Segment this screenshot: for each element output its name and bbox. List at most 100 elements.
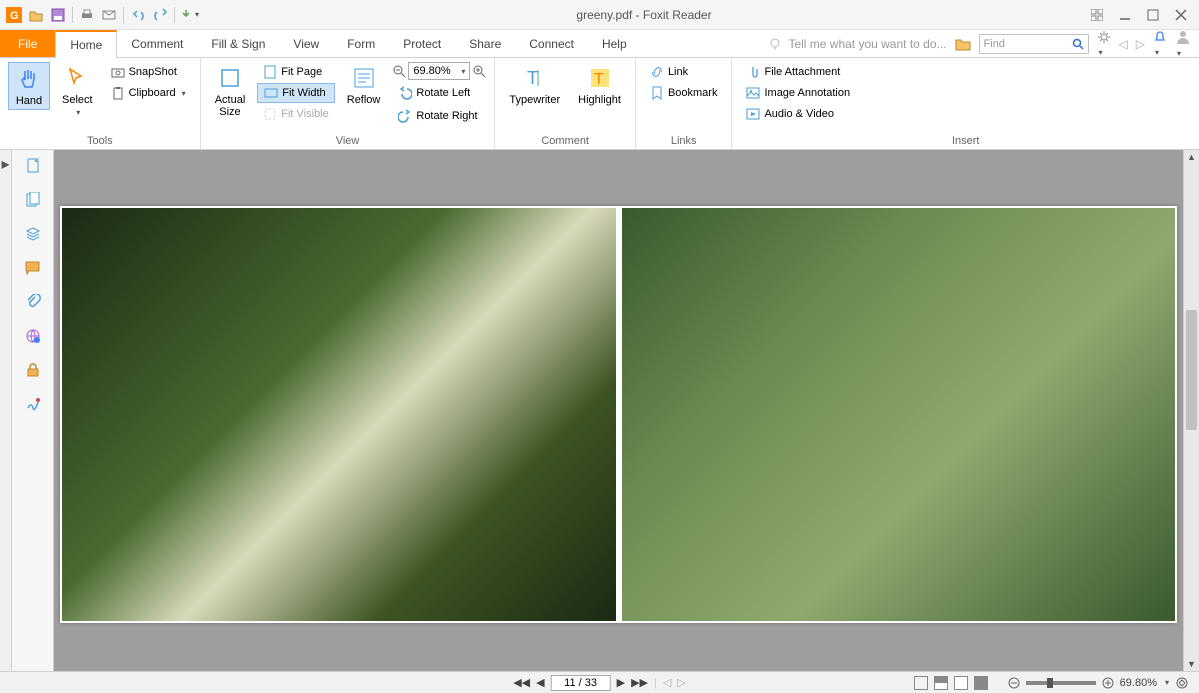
- facing-view-icon[interactable]: [954, 676, 968, 690]
- connected-panel-icon[interactable]: [23, 326, 43, 346]
- undo-icon[interactable]: [128, 5, 148, 25]
- folder-search-icon[interactable]: [955, 36, 971, 52]
- continuous-facing-view-icon[interactable]: [974, 676, 988, 690]
- print-icon[interactable]: [77, 5, 97, 25]
- back-view-icon[interactable]: ◁: [663, 676, 671, 689]
- rotate-left-icon: [398, 86, 412, 100]
- fit-page-label: Fit Page: [281, 66, 322, 78]
- svg-text:T: T: [527, 68, 538, 88]
- fit-page-button[interactable]: Fit Page: [257, 62, 334, 82]
- fit-width-button[interactable]: Fit Width: [257, 83, 334, 103]
- hand-tool-button[interactable]: Hand: [8, 62, 50, 110]
- comments-panel-icon[interactable]: [23, 258, 43, 278]
- continuous-view-icon[interactable]: [934, 676, 948, 690]
- scroll-down-icon[interactable]: ▼: [1184, 657, 1199, 671]
- quick-access-toolbar: G ▾: [0, 5, 199, 25]
- scroll-up-icon[interactable]: ▲: [1184, 150, 1199, 164]
- security-panel-icon[interactable]: [23, 360, 43, 380]
- fit-visible-button[interactable]: Fit Visible: [257, 104, 334, 124]
- maximize-icon[interactable]: [1145, 7, 1161, 23]
- clipboard-icon: [111, 86, 125, 100]
- nav-next-icon[interactable]: ▷: [1136, 37, 1145, 51]
- first-page-icon[interactable]: ◀◀: [513, 676, 530, 689]
- camera-icon: [111, 65, 125, 79]
- tab-fill-sign[interactable]: Fill & Sign: [197, 30, 279, 57]
- tab-file[interactable]: File: [0, 30, 55, 57]
- tab-home[interactable]: Home: [55, 30, 117, 58]
- image-icon: [746, 86, 760, 100]
- actual-size-icon: [216, 64, 244, 92]
- tab-form[interactable]: Form: [333, 30, 389, 57]
- quick-customize-icon[interactable]: ▾: [179, 5, 199, 25]
- highlight-button[interactable]: T Highlight: [572, 62, 627, 108]
- minimize-icon[interactable]: [1117, 7, 1133, 23]
- side-collapse-toggle[interactable]: ▸: [0, 150, 12, 671]
- signatures-panel-icon[interactable]: [23, 394, 43, 414]
- next-page-icon[interactable]: ▶: [617, 676, 625, 689]
- actual-size-button[interactable]: Actual Size: [209, 62, 252, 120]
- typewriter-button[interactable]: T Typewriter: [503, 62, 566, 108]
- nav-prev-icon[interactable]: ◁: [1119, 37, 1128, 51]
- hand-label: Hand: [16, 95, 42, 107]
- group-links: Link Bookmark Links: [636, 58, 733, 149]
- zoom-combo[interactable]: 69.80%▾: [408, 62, 470, 80]
- document-area[interactable]: ︿ ▲ ▼: [54, 150, 1199, 671]
- file-attachment-button[interactable]: File Attachment: [740, 62, 856, 82]
- zoom-out-icon[interactable]: [392, 64, 406, 78]
- fit-visible-icon: [263, 107, 277, 121]
- attachments-panel-icon[interactable]: [23, 292, 43, 312]
- select-cursor-icon: [63, 64, 91, 92]
- app-icon[interactable]: G: [4, 5, 24, 25]
- image-annotation-button[interactable]: Image Annotation: [740, 83, 856, 103]
- pages-panel-icon[interactable]: [23, 156, 43, 176]
- tab-protect[interactable]: Protect: [389, 30, 455, 57]
- zoom-slider[interactable]: [1026, 681, 1096, 685]
- tab-comment[interactable]: Comment: [117, 30, 197, 57]
- prev-page-icon[interactable]: ◀: [536, 676, 544, 689]
- find-input[interactable]: Find: [979, 34, 1089, 54]
- select-tool-button[interactable]: Select ▾: [56, 62, 99, 119]
- forward-view-icon[interactable]: ▷: [677, 676, 685, 689]
- notification-icon[interactable]: ▾: [1153, 30, 1167, 58]
- fit-status-icon[interactable]: [1175, 676, 1189, 690]
- vertical-scrollbar[interactable]: ▲ ▼: [1183, 150, 1199, 671]
- close-icon[interactable]: [1173, 7, 1189, 23]
- snapshot-button[interactable]: SnapShot: [105, 62, 192, 82]
- ribbon-options-icon[interactable]: [1089, 7, 1105, 23]
- reflow-button[interactable]: Reflow: [341, 62, 387, 108]
- audio-video-button[interactable]: Audio & Video: [740, 104, 856, 124]
- rotate-right-button[interactable]: Rotate Right: [392, 106, 486, 126]
- reflow-label: Reflow: [347, 94, 381, 106]
- group-tools-label: Tools: [8, 133, 192, 147]
- tab-connect[interactable]: Connect: [515, 30, 588, 57]
- fit-width-icon: [264, 86, 278, 100]
- zoom-in-icon[interactable]: [472, 64, 486, 78]
- single-page-view-icon[interactable]: [914, 676, 928, 690]
- clipboard-button[interactable]: Clipboard ▾: [105, 83, 192, 103]
- group-view-label: View: [209, 133, 487, 147]
- scroll-thumb[interactable]: [1186, 310, 1197, 430]
- bookmark-button[interactable]: Bookmark: [644, 83, 724, 103]
- rotate-left-button[interactable]: Rotate Left: [392, 83, 486, 103]
- typewriter-icon: T: [521, 64, 549, 92]
- settings-icon[interactable]: ▾: [1097, 30, 1111, 58]
- tab-view[interactable]: View: [279, 30, 333, 57]
- snapshot-label: SnapShot: [129, 66, 177, 78]
- tell-me-search[interactable]: Tell me what you want to do...: [768, 37, 946, 51]
- search-icon[interactable]: [1072, 38, 1084, 50]
- zoom-in-status-icon[interactable]: [1102, 677, 1114, 689]
- tab-share[interactable]: Share: [455, 30, 515, 57]
- link-button[interactable]: Link: [644, 62, 724, 82]
- user-icon[interactable]: ▾: [1175, 29, 1191, 59]
- redo-icon[interactable]: [150, 5, 170, 25]
- last-page-icon[interactable]: ▶▶: [631, 676, 648, 689]
- bookmarks-panel-icon[interactable]: [23, 190, 43, 210]
- save-icon[interactable]: [48, 5, 68, 25]
- layers-panel-icon[interactable]: [23, 224, 43, 244]
- zoom-out-status-icon[interactable]: [1008, 677, 1020, 689]
- audio-video-label: Audio & Video: [764, 108, 834, 120]
- page-number-input[interactable]: [551, 675, 611, 691]
- open-icon[interactable]: [26, 5, 46, 25]
- mail-icon[interactable]: [99, 5, 119, 25]
- tab-help[interactable]: Help: [588, 30, 641, 57]
